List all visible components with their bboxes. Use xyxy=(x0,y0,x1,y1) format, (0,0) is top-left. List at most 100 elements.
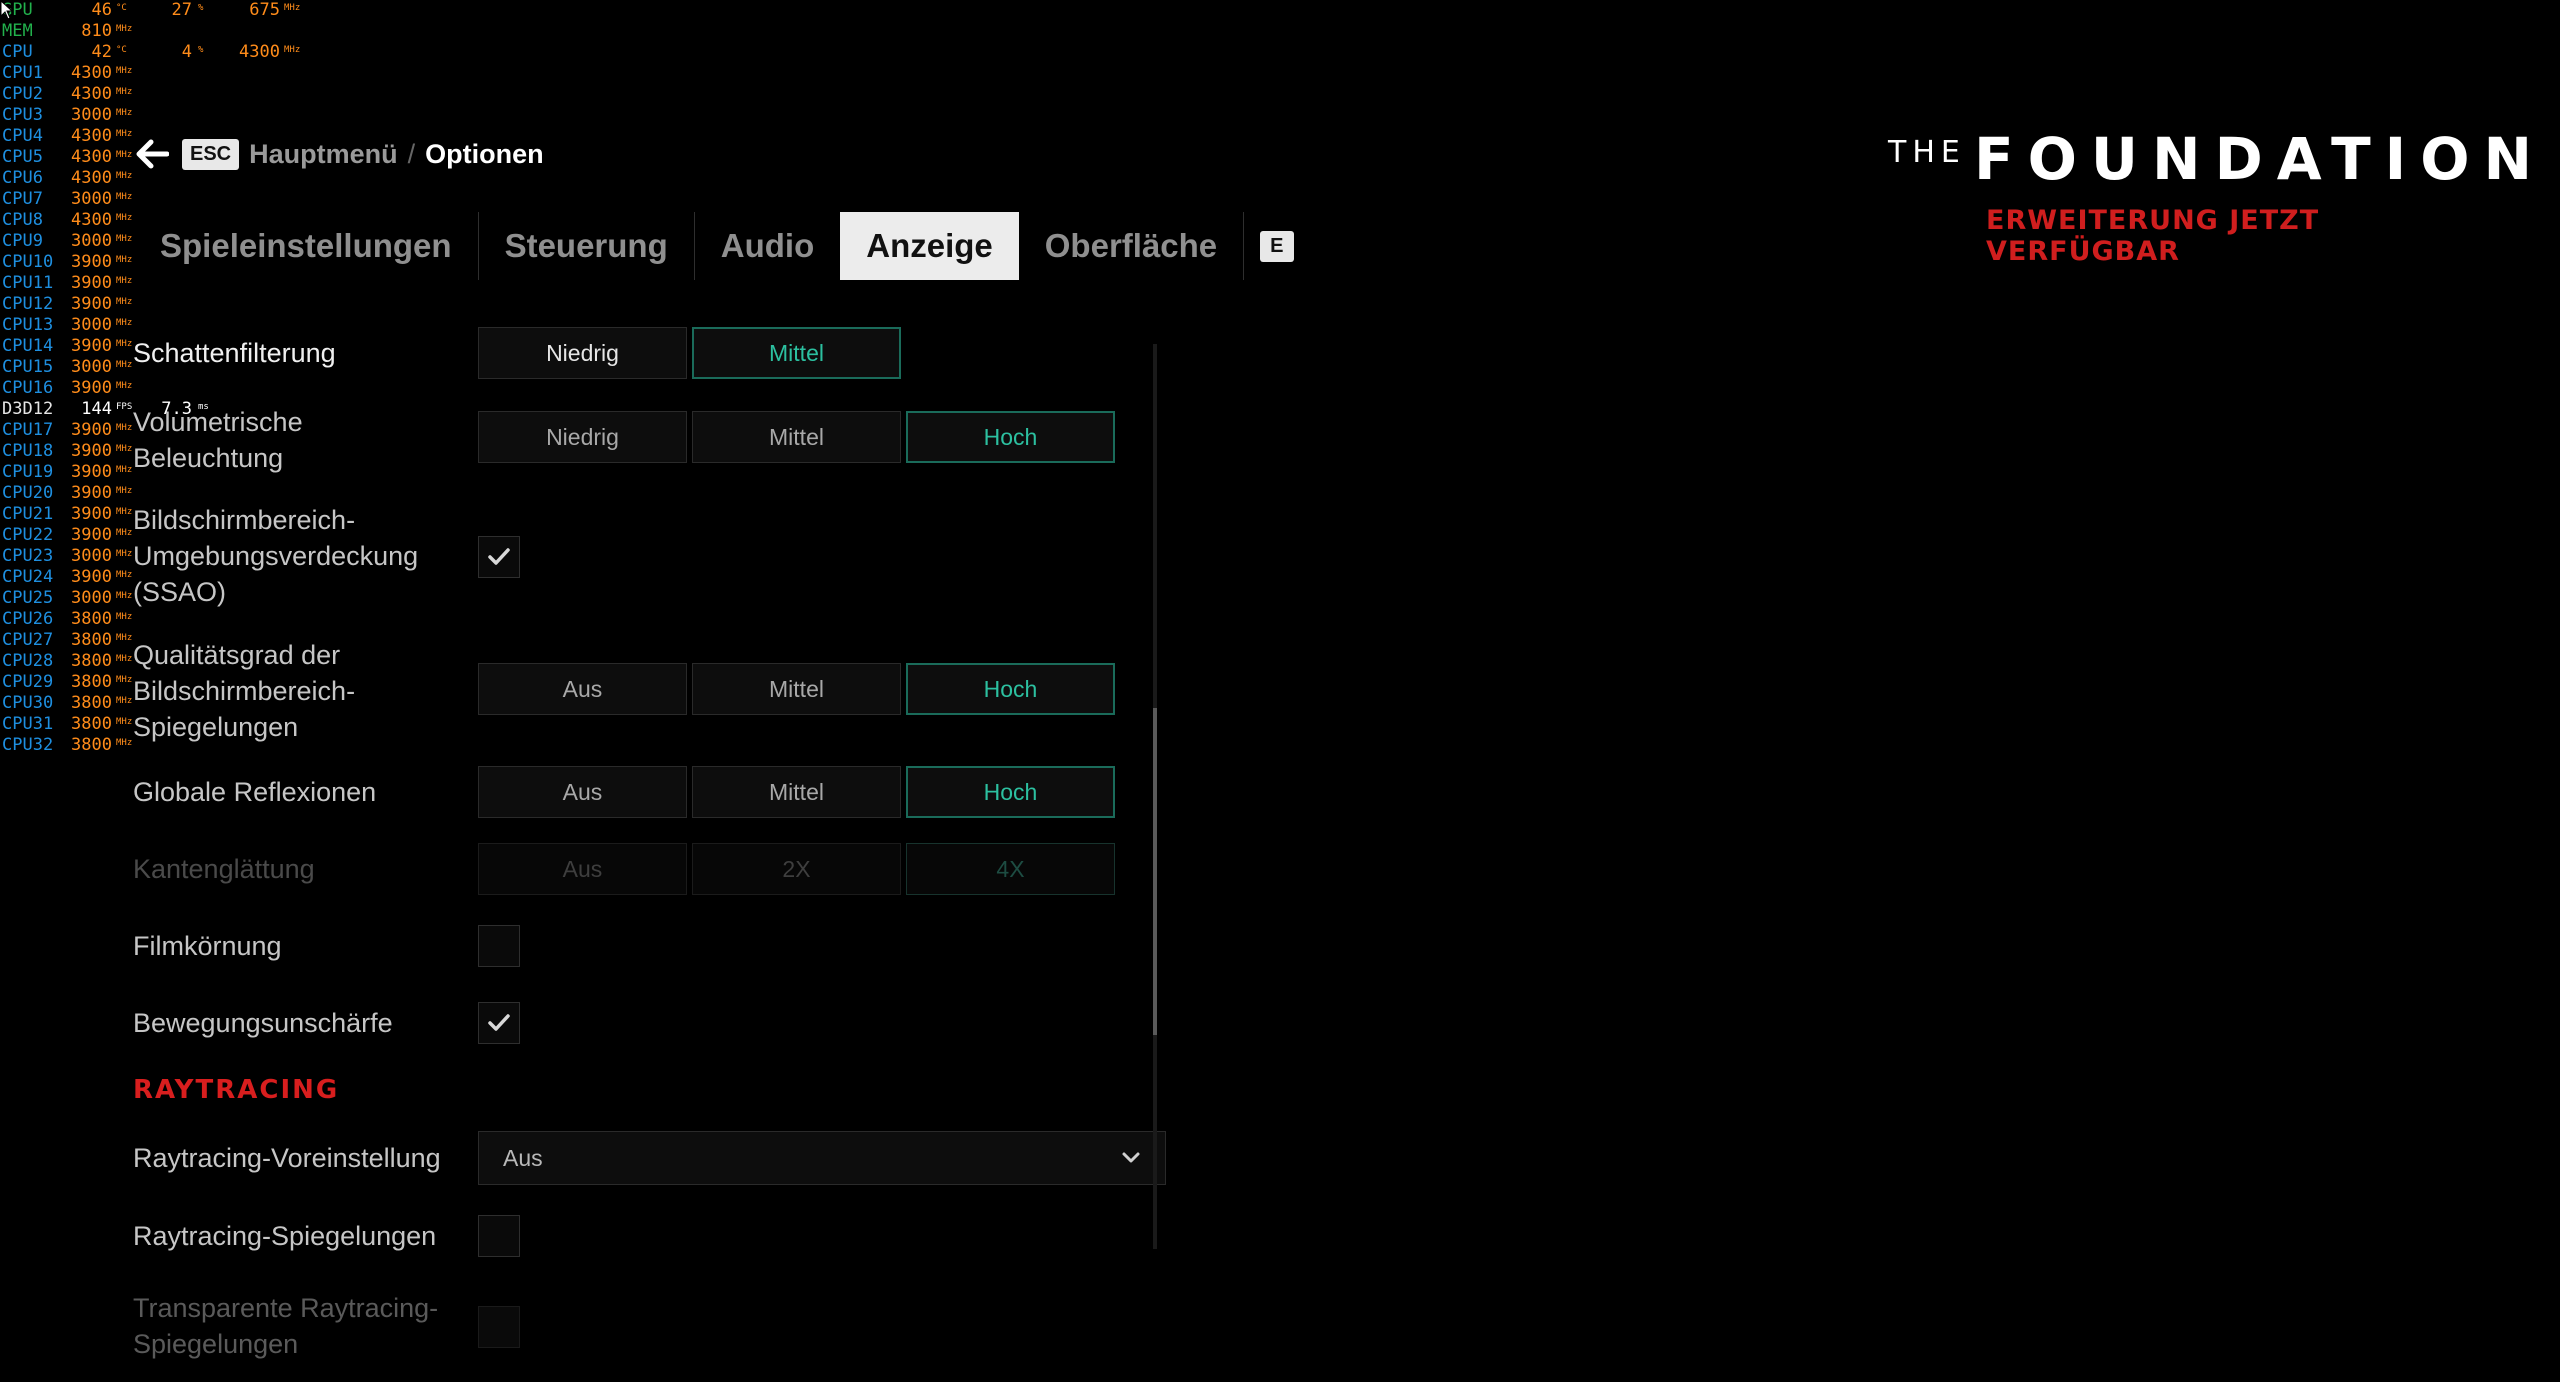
setting-label: Raytracing-Voreinstellung xyxy=(133,1143,441,1173)
osd-value: 3800 xyxy=(71,651,112,671)
osd-label: CPU1 xyxy=(2,63,43,83)
osd-value: 3900 xyxy=(71,273,112,293)
esc-key-hint[interactable]: ESC xyxy=(182,138,240,170)
raytracing-reflections-checkbox[interactable] xyxy=(478,1215,520,1257)
option-medium[interactable]: Mittel xyxy=(692,411,901,463)
osd-label: CPU27 xyxy=(2,630,54,650)
osd-value: 4300 xyxy=(71,63,112,83)
setting-label: Qualitätsgrad der Bildschirmbereich- Spi… xyxy=(133,637,473,745)
osd-unit: MHz xyxy=(116,717,133,727)
option-off[interactable]: Aus xyxy=(478,663,687,715)
osd-value: 3900 xyxy=(71,336,112,356)
osd-unit: MHz xyxy=(116,465,133,475)
osd-unit: MHz xyxy=(116,675,133,685)
osd-label: CPU8 xyxy=(2,210,43,230)
osd-value: 675 xyxy=(249,0,280,20)
tab-display[interactable]: Anzeige xyxy=(840,212,1019,280)
setting-global-reflections: Globale Reflexionen Aus Mittel Hoch xyxy=(133,766,1133,818)
option-low[interactable]: Niedrig xyxy=(478,327,687,379)
setting-shadow-filtering: Schattenfilterung Niedrig Mittel xyxy=(133,327,1133,379)
scrollbar-thumb[interactable] xyxy=(1153,708,1157,1035)
option-medium[interactable]: Mittel xyxy=(692,327,901,379)
osd-unit: MHz xyxy=(116,423,133,433)
raytracing-preset-dropdown[interactable]: Aus xyxy=(478,1131,1166,1185)
osd-value: 4300 xyxy=(71,126,112,146)
setting-volumetric-lighting: Volumetrische Beleuchtung Niedrig Mittel… xyxy=(133,404,1133,476)
osd-label: CPU13 xyxy=(2,315,54,335)
option-high[interactable]: Hoch xyxy=(906,766,1115,818)
osd-unit: % xyxy=(198,45,204,55)
setting-motion-blur: Bewegungsunschärfe xyxy=(133,1002,1133,1044)
osd-label: CPU20 xyxy=(2,483,54,503)
tab-interface[interactable]: Oberfläche xyxy=(1019,212,1245,280)
osd-label: CPU24 xyxy=(2,567,54,587)
osd-label: CPU28 xyxy=(2,651,54,671)
osd-value: 4300 xyxy=(71,84,112,104)
osd-unit: MHz xyxy=(116,192,133,202)
osd-label: CPU19 xyxy=(2,462,54,482)
ssao-checkbox[interactable] xyxy=(478,536,520,578)
setting-label-line: Umgebungsverdeckung xyxy=(133,541,419,571)
osd-unit: MHz xyxy=(116,276,133,286)
tab-game-settings[interactable]: Spieleinstellungen xyxy=(144,212,479,280)
option-4x: 4X xyxy=(906,843,1115,895)
setting-label: Kantenglättung xyxy=(133,854,315,884)
option-high[interactable]: Hoch xyxy=(906,663,1115,715)
osd-value: 3000 xyxy=(71,231,112,251)
film-grain-checkbox[interactable] xyxy=(478,925,520,967)
osd-value: 810 xyxy=(81,21,112,41)
breadcrumb-main-menu[interactable]: Hauptmenü xyxy=(249,139,398,170)
osd-unit: MHz xyxy=(116,591,133,601)
osd-label: CPU xyxy=(2,42,33,62)
osd-label: CPU9 xyxy=(2,231,43,251)
osd-label: CPU2 xyxy=(2,84,43,104)
tab-audio[interactable]: Audio xyxy=(695,212,840,280)
back-arrow-icon[interactable] xyxy=(132,134,172,174)
osd-value: 3900 xyxy=(71,441,112,461)
setting-label-line: Spiegelungen xyxy=(133,712,299,742)
option-low[interactable]: Niedrig xyxy=(478,411,687,463)
osd-unit: MHz xyxy=(116,318,133,328)
osd-unit: MHz xyxy=(116,66,133,76)
option-off[interactable]: Aus xyxy=(478,766,687,818)
osd-value: 4300 xyxy=(71,168,112,188)
motion-blur-checkbox[interactable] xyxy=(478,1002,520,1044)
osd-label: CPU16 xyxy=(2,378,54,398)
setting-raytracing-reflections: Raytracing-Spiegelungen xyxy=(133,1215,1133,1257)
osd-value: 3900 xyxy=(71,378,112,398)
option-2x: 2X xyxy=(692,843,901,895)
osd-value: 4 xyxy=(181,42,192,62)
osd-unit: °C xyxy=(116,45,127,55)
checkmark-icon xyxy=(488,1014,510,1031)
osd-value: 3900 xyxy=(71,294,112,314)
osd-value: 3900 xyxy=(71,483,112,503)
setting-label: Bewegungsunschärfe xyxy=(133,1008,393,1038)
osd-unit: MHz xyxy=(116,696,133,706)
checkmark-icon xyxy=(488,548,510,565)
osd-value: 3800 xyxy=(71,693,112,713)
osd-value: 3800 xyxy=(71,672,112,692)
setting-film-grain: Filmkörnung xyxy=(133,925,1133,967)
osd-label: CPU14 xyxy=(2,336,54,356)
osd-label: MEM xyxy=(2,21,33,41)
osd-unit: MHz xyxy=(116,255,133,265)
osd-unit: MHz xyxy=(116,654,133,664)
next-tab-key-hint[interactable]: E xyxy=(1260,230,1294,262)
setting-label: Transparente Raytracing- Spiegelungen xyxy=(133,1290,473,1362)
osd-unit: MHz xyxy=(116,486,133,496)
option-medium[interactable]: Mittel xyxy=(692,663,901,715)
osd-value: 3900 xyxy=(71,252,112,272)
osd-unit: MHz xyxy=(116,738,133,748)
setting-label: Raytracing-Spiegelungen xyxy=(133,1221,437,1251)
option-high[interactable]: Hoch xyxy=(906,411,1115,463)
logo-the: THE xyxy=(1888,135,1966,170)
osd-unit: MHz xyxy=(116,507,133,517)
option-medium[interactable]: Mittel xyxy=(692,766,901,818)
options-tabs: Spieleinstellungen Steuerung Audio Anzei… xyxy=(144,212,1294,280)
option-off: Aus xyxy=(478,843,687,895)
osd-unit: MHz xyxy=(116,234,133,244)
osd-value: 46 xyxy=(91,0,112,20)
osd-unit: MHz xyxy=(116,570,133,580)
tab-controls[interactable]: Steuerung xyxy=(479,212,695,280)
setting-raytracing-preset: Raytracing-Voreinstellung Aus xyxy=(133,1131,1166,1185)
